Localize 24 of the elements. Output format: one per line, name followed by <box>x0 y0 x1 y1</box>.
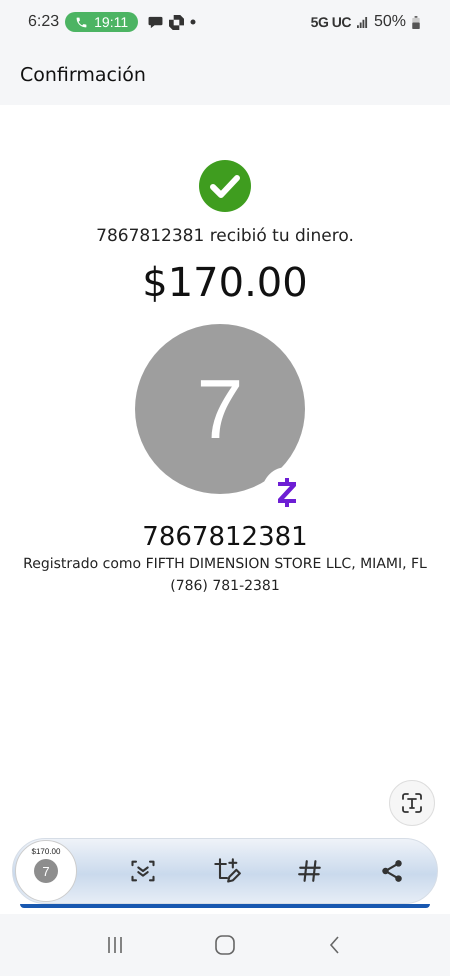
status-time: 6:23 <box>28 13 60 31</box>
amount: $170.00 <box>142 260 308 306</box>
text-scan-icon <box>400 791 424 815</box>
hashtag-icon <box>297 858 323 884</box>
extract-text-button[interactable] <box>389 780 435 826</box>
network-type: 5G UC <box>310 14 351 30</box>
registered-as-text: Registrado como FIFTH DIMENSION STORE LLC, MIAMI, FL <box>23 556 427 572</box>
recipient-name: 7867812381 <box>142 522 308 552</box>
chat-icon <box>148 16 164 28</box>
battery-percent: 50% <box>374 13 406 31</box>
recipient-phone: (786) 781-2381 <box>170 578 280 594</box>
confirmation-message: 7867812381 recibió tu dinero. <box>96 226 354 246</box>
success-check-icon <box>199 160 251 212</box>
thumbnail-amount: $170.00 <box>32 847 60 856</box>
crop-edit-icon <box>213 857 241 885</box>
avatar-initial: 7 <box>196 360 244 458</box>
home-icon <box>214 934 236 956</box>
phone-icon <box>75 16 88 28</box>
dot-icon <box>190 19 196 25</box>
signal-icon <box>356 16 368 28</box>
screenshot-thumbnail[interactable]: $170.00 7 <box>15 840 77 902</box>
page-title: Confirmación <box>20 64 146 86</box>
battery-icon <box>412 16 420 28</box>
thumbnail-avatar: 7 <box>34 859 58 883</box>
